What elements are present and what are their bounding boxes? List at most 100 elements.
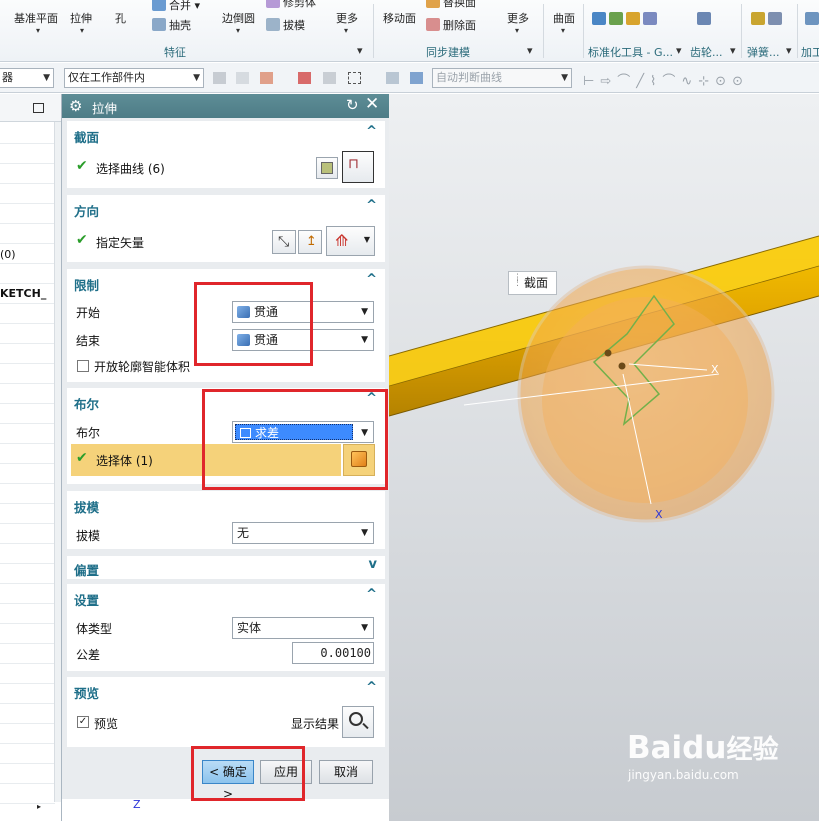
spring-tool-button[interactable]	[751, 12, 785, 26]
show-result-button[interactable]	[342, 706, 374, 738]
more-sync-button[interactable]: 更多 ▾	[507, 10, 529, 35]
specify-vector-label[interactable]: 指定矢量	[96, 234, 144, 251]
navigator-row[interactable]	[0, 744, 55, 764]
expand-icon[interactable]: v	[369, 557, 377, 572]
snap-icon[interactable]	[260, 72, 273, 84]
draft-dropdown[interactable]: 无 ▼	[232, 522, 374, 544]
dialog-title-bar[interactable]: ⚙ 拉伸 ↻ ✕	[62, 94, 389, 118]
graphics-viewport[interactable]: X X ⋮ ⋮ 截面 Baidu经验 jingyan.baidu.com	[389, 94, 819, 821]
view-icon[interactable]	[386, 72, 399, 84]
filter-icon[interactable]	[236, 72, 249, 84]
more-features-button[interactable]: 更多 ▾	[336, 10, 358, 35]
delete-face-button[interactable]: 删除面	[426, 17, 476, 33]
select-curve-label[interactable]: 选择曲线 (6)	[96, 160, 165, 177]
body-type-dropdown[interactable]: 实体 ▼	[232, 617, 374, 639]
navigator-row[interactable]	[0, 384, 55, 404]
feature-group-menu[interactable]: ▾	[357, 44, 363, 57]
navigator-row[interactable]	[0, 224, 55, 244]
navigator-row[interactable]	[0, 124, 55, 144]
filter-icon[interactable]	[213, 72, 226, 84]
select-icon[interactable]	[323, 72, 336, 84]
curve-rule-combo[interactable]: 自动判断曲线 ▼	[432, 68, 572, 88]
navigator-row[interactable]	[0, 704, 55, 724]
type-filter-combo[interactable]: 器 ▼	[0, 68, 54, 88]
trim-body-button[interactable]: 修剪体	[266, 0, 316, 10]
draft-header[interactable]: 拔模	[74, 497, 99, 516]
preview-header[interactable]: 预览	[74, 683, 99, 702]
navigator-row[interactable]	[0, 204, 55, 224]
navigator-row[interactable]	[0, 164, 55, 184]
navigator-row[interactable]	[0, 444, 55, 464]
gear-tool-button[interactable]	[697, 12, 714, 26]
unite-button[interactable]: 合并 ▾	[152, 0, 200, 13]
navigator-item[interactable]: (0)	[0, 248, 16, 261]
navigator-row[interactable]	[0, 304, 55, 324]
navigator-row[interactable]	[0, 584, 55, 604]
edge-blend-button[interactable]: 边倒圆 ▾	[222, 10, 255, 35]
move-face-button[interactable]: 移动面	[383, 10, 416, 26]
snap-point-icons[interactable]: ⊢⇨⌒╱⌇⌒∿⊹⊙⊙	[583, 70, 749, 89]
navigator-row[interactable]	[0, 424, 55, 444]
collapse-icon[interactable]: ^	[366, 272, 377, 287]
box-select-icon[interactable]	[348, 72, 361, 84]
limits-header[interactable]: 限制	[74, 275, 99, 294]
machining-tool-button[interactable]	[805, 12, 819, 26]
navigator-row[interactable]	[0, 664, 55, 684]
navigator-row[interactable]	[0, 404, 55, 424]
navigator-row[interactable]	[0, 484, 55, 504]
navigator-row[interactable]	[0, 784, 55, 804]
std-tools-group-menu[interactable]: ▾	[676, 44, 682, 57]
navigator-row[interactable]	[0, 464, 55, 484]
model-view[interactable]: X X	[389, 94, 819, 821]
navigator-row[interactable]	[0, 364, 55, 384]
navigator-row[interactable]	[0, 344, 55, 364]
boolean-header[interactable]: 布尔	[74, 394, 99, 413]
preview-checkbox[interactable]: ✓	[77, 716, 89, 728]
maximize-icon[interactable]	[33, 103, 44, 113]
open-profile-checkbox[interactable]	[77, 360, 89, 372]
navigator-scrollbar[interactable]	[54, 122, 61, 802]
navigator-row[interactable]	[0, 544, 55, 564]
navigator-row[interactable]	[0, 624, 55, 644]
cube-icon[interactable]	[410, 72, 423, 84]
std-tools-icons[interactable]	[592, 12, 660, 26]
datum-plane-button[interactable]: 基准平面 ▾	[14, 10, 58, 35]
hole-button[interactable]: 孔	[115, 10, 126, 26]
navigator-row[interactable]	[0, 264, 55, 284]
close-icon[interactable]: ✕	[365, 94, 379, 114]
select-body-label[interactable]: 选择体 (1)	[96, 452, 153, 469]
collapse-icon[interactable]: ^	[366, 587, 377, 602]
navigator-row[interactable]	[0, 504, 55, 524]
navigator-item-sketch[interactable]: KETCH_	[0, 287, 46, 300]
shell-button[interactable]: 抽壳	[152, 17, 191, 33]
tolerance-input[interactable]: 0.00100	[292, 642, 374, 664]
navigator-row[interactable]	[0, 604, 55, 624]
section-header[interactable]: 截面	[74, 127, 99, 146]
spring-group-menu[interactable]: ▾	[786, 44, 792, 57]
sketch-section-button[interactable]	[316, 157, 338, 179]
direction-header[interactable]: 方向	[74, 201, 99, 220]
extrude-button[interactable]: 拉伸 ▾	[70, 10, 92, 35]
cancel-button[interactable]: 取消	[319, 760, 373, 784]
navigator-row[interactable]	[0, 184, 55, 204]
navigator-row[interactable]	[0, 324, 55, 344]
surface-button[interactable]: 曲面 ▾	[553, 10, 575, 35]
settings-header[interactable]: 设置	[74, 590, 99, 609]
collapse-icon[interactable]: ^	[366, 680, 377, 695]
draft-button[interactable]: 拔模	[266, 17, 305, 33]
navigator-row[interactable]	[0, 644, 55, 664]
navigator-row[interactable]	[0, 524, 55, 544]
navigator-row[interactable]	[0, 684, 55, 704]
curve-select-button[interactable]: ⊓	[342, 151, 374, 183]
offset-header[interactable]: 偏置	[74, 560, 99, 579]
vector-type-dropdown[interactable]: ⟰ ▼	[326, 226, 375, 256]
navigator-row[interactable]	[0, 564, 55, 584]
navigator-row[interactable]	[0, 724, 55, 744]
collapse-icon[interactable]: ^	[366, 124, 377, 139]
point-icon[interactable]	[298, 72, 311, 84]
drag-handle-icon[interactable]: ⋮ ⋮	[513, 274, 522, 288]
replace-face-button[interactable]: 替换面	[426, 0, 476, 10]
reverse-direction-button[interactable]: ⤡	[272, 230, 296, 254]
sync-group-menu[interactable]: ▾	[527, 44, 533, 57]
vector-dialog-button[interactable]: ↥	[298, 230, 322, 254]
